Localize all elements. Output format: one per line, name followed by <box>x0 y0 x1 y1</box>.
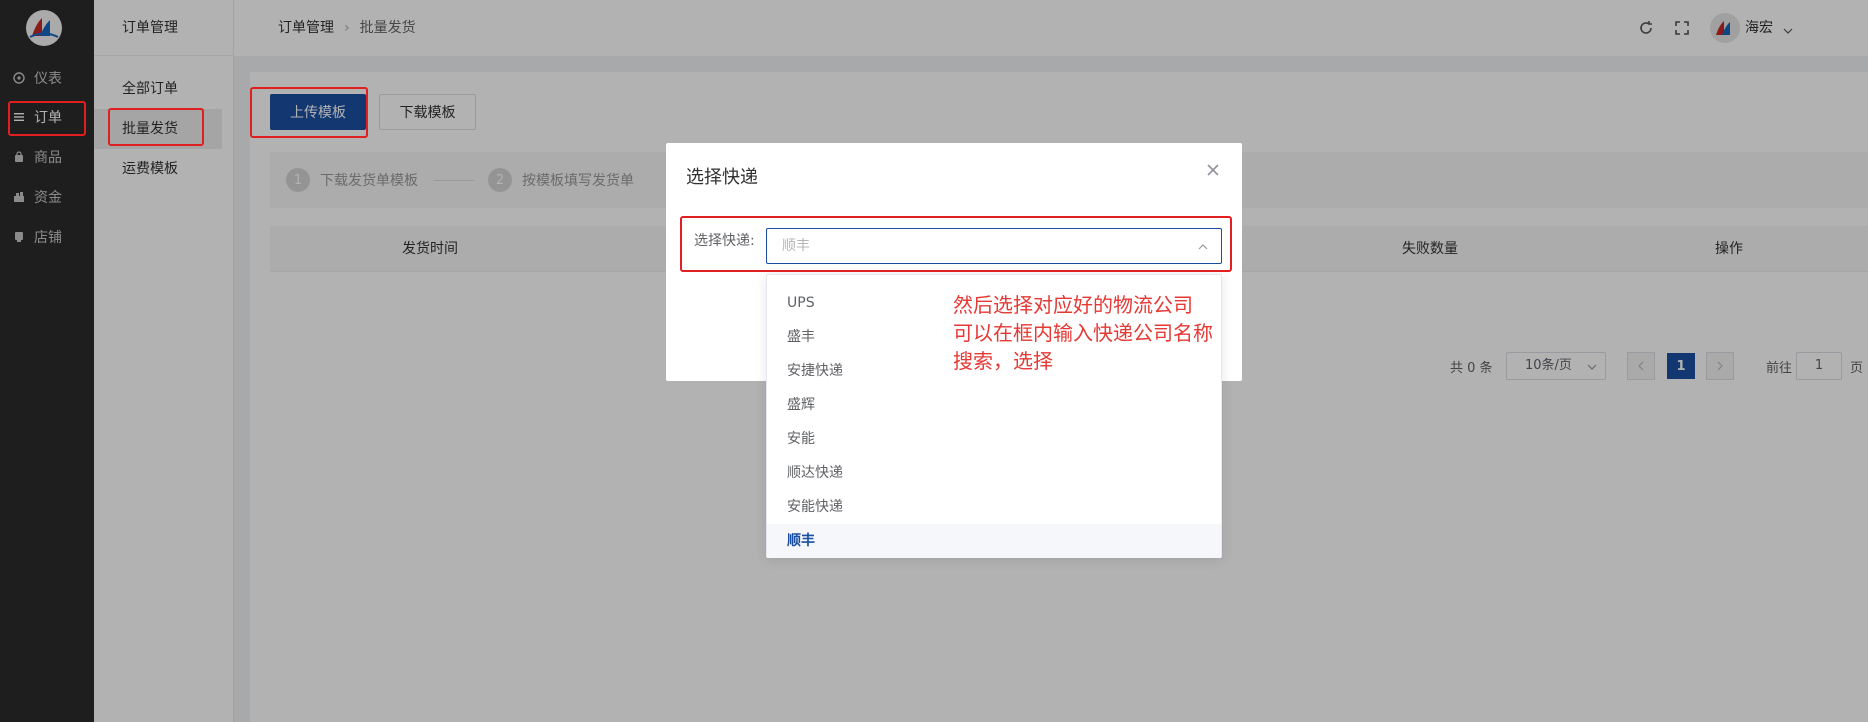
annotation-box-courier-select <box>680 216 1232 272</box>
annotation-box-upload <box>250 87 368 138</box>
dropdown-option[interactable]: 安能快递 <box>767 490 1221 524</box>
annotation-line: 然后选择对应好的物流公司 <box>953 293 1193 317</box>
dropdown-option[interactable]: 盛辉 <box>767 388 1221 422</box>
dropdown-option-selected[interactable]: 顺丰 <box>767 524 1221 558</box>
annotation-line: 搜索，选择 <box>953 349 1053 373</box>
annotation-box-orders <box>8 101 86 136</box>
close-icon[interactable] <box>1206 163 1220 177</box>
dialog-title: 选择快递 <box>686 167 758 188</box>
dropdown-option[interactable]: 顺达快递 <box>767 456 1221 490</box>
annotation-line: 可以在框内输入快递公司名称 <box>953 321 1213 345</box>
annotation-text: 然后选择对应好的物流公司 可以在框内输入快递公司名称 搜索，选择 <box>953 291 1243 375</box>
annotation-box-batch-ship <box>108 108 204 146</box>
dropdown-option[interactable]: 安能 <box>767 422 1221 456</box>
